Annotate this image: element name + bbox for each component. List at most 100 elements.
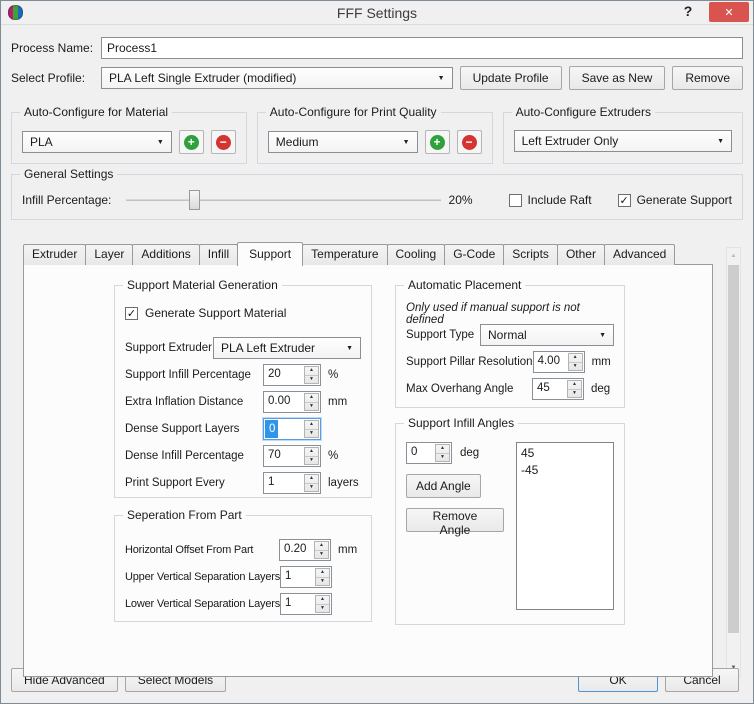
print-support-every-spinner[interactable]: 1 ▲ ▼ [263,472,321,494]
titlebar: FFF Settings ? ✕ [1,1,753,25]
support-extruder-dropdown[interactable]: PLA Left Extruder ▼ [213,337,361,359]
remove-angle-button[interactable]: Remove Angle [406,508,504,532]
angle-list-item[interactable]: 45 [517,445,613,462]
spinner-down-icon[interactable]: ▼ [315,551,328,559]
spinner-up-icon[interactable]: ▲ [316,596,329,605]
tab-gcode[interactable]: G-Code [444,244,504,265]
add-material-button[interactable]: + [179,130,204,154]
tab-bar: Extruder Layer Additions Infill Support … [23,244,741,265]
tab-advanced[interactable]: Advanced [604,244,675,265]
support-pillar-resolution-label: Support Pillar Resolution [406,356,533,368]
general-settings-group: General Settings Infill Percentage: 20% … [11,174,743,220]
add-quality-button[interactable]: + [425,130,450,154]
tab-layer[interactable]: Layer [85,244,133,265]
scrollbar-thumb[interactable] [728,265,739,633]
spinner-down-icon[interactable]: ▼ [316,605,329,613]
chevron-down-icon: ▼ [157,139,164,146]
unit-label: deg [452,447,479,459]
tab-other[interactable]: Other [557,244,605,265]
remove-quality-button[interactable]: − [457,130,482,154]
infill-percentage-slider[interactable] [126,190,441,210]
spinner-down-icon[interactable]: ▼ [305,457,318,465]
spinner-buttons: ▲ ▼ [568,353,583,371]
support-type-dropdown[interactable]: Normal ▼ [480,324,614,346]
support-infill-percentage-spinner[interactable]: 20 ▲ ▼ [263,364,321,386]
quality-dropdown[interactable]: Medium ▼ [268,131,418,153]
upper-vertical-separation-row: Upper Vertical Separation Layers 1 ▲ ▼ [125,566,361,588]
material-dropdown[interactable]: PLA ▼ [22,131,172,153]
spinner-up-icon[interactable]: ▲ [305,367,318,376]
vertical-scrollbar[interactable]: ▲ ▼ [726,247,741,677]
tab-cooling[interactable]: Cooling [387,244,446,265]
spinner-up-icon[interactable]: ▲ [569,354,582,363]
spinner-value-selected: 0 [265,420,278,438]
spinner-buttons: ▲ ▼ [435,444,450,462]
extra-inflation-distance-spinner[interactable]: 0.00 ▲ ▼ [263,391,321,413]
max-overhang-angle-spinner[interactable]: 45 ▲ ▼ [532,378,584,400]
include-raft-checkbox[interactable]: Include Raft [509,193,592,207]
upper-vertical-separation-spinner[interactable]: 1 ▲ ▼ [280,566,332,588]
tab-infill[interactable]: Infill [199,244,238,265]
angle-list-item[interactable]: -45 [517,462,613,479]
close-button[interactable]: ✕ [709,2,749,22]
tab-extruder[interactable]: Extruder [23,244,86,265]
spinner-buttons: ▲ ▼ [567,380,582,398]
spinner-down-icon[interactable]: ▼ [568,390,581,398]
spinner-up-icon[interactable]: ▲ [305,475,318,484]
tab-support[interactable]: Support [237,242,303,266]
spinner-value: 0.00 [264,392,303,412]
angle-list[interactable]: 45 -45 [516,442,614,610]
spinner-down-icon[interactable]: ▼ [305,403,318,411]
chevron-down-icon: ▼ [403,139,410,146]
horizontal-offset-spinner[interactable]: 0.20 ▲ ▼ [279,539,331,561]
print-support-every-label: Print Support Every [125,477,263,489]
spinner-down-icon[interactable]: ▼ [305,430,318,438]
plus-icon: + [430,135,445,150]
dense-support-layers-row: Dense Support Layers 0 ▲ ▼ [125,418,361,440]
support-pillar-resolution-spinner[interactable]: 4.00 ▲ ▼ [533,351,585,373]
tab-temperature[interactable]: Temperature [302,244,387,265]
remove-profile-button[interactable]: Remove [672,66,743,90]
spinner-down-icon[interactable]: ▼ [305,376,318,384]
fff-settings-dialog: FFF Settings ? ✕ Process Name: Select Pr… [0,0,754,704]
tab-additions[interactable]: Additions [132,244,199,265]
spinner-up-icon[interactable]: ▲ [568,381,581,390]
chevron-down-icon: ▼ [346,345,353,352]
angle-input-row: 0 ▲ ▼ deg [406,442,504,464]
spinner-down-icon[interactable]: ▼ [316,578,329,586]
generate-support-material-checkbox[interactable]: ✓ Generate Support Material [125,304,361,322]
dense-support-layers-spinner[interactable]: 0 ▲ ▼ [263,418,321,440]
spinner-up-icon[interactable]: ▲ [305,421,318,430]
tab-scripts[interactable]: Scripts [503,244,558,265]
save-as-new-button[interactable]: Save as New [569,66,666,90]
lower-vertical-separation-spinner[interactable]: 1 ▲ ▼ [280,593,332,615]
lower-vertical-separation-row: Lower Vertical Separation Layers 1 ▲ ▼ [125,593,361,615]
chevron-down-icon: ▼ [438,75,445,82]
spinner-up-icon[interactable]: ▲ [305,394,318,403]
spinner-up-icon[interactable]: ▲ [436,445,449,454]
spinner-up-icon[interactable]: ▲ [305,448,318,457]
dense-infill-percentage-spinner[interactable]: 70 ▲ ▼ [263,445,321,467]
help-icon[interactable]: ? [679,3,697,19]
slider-track [126,199,441,201]
extruders-dropdown[interactable]: Left Extruder Only ▼ [514,130,732,152]
spinner-up-icon[interactable]: ▲ [315,542,328,551]
generate-support-checkbox[interactable]: ✓ Generate Support [618,193,732,207]
group-title: Auto-Configure for Material [20,105,172,119]
slider-handle[interactable] [189,190,200,210]
spinner-buttons: ▲ ▼ [314,541,329,559]
remove-material-button[interactable]: − [211,130,236,154]
process-name-input[interactable] [101,37,743,59]
checkbox-checked-icon: ✓ [618,194,631,207]
spinner-down-icon[interactable]: ▼ [305,484,318,492]
select-profile-row: Select Profile: PLA Left Single Extruder… [11,66,743,90]
angle-spinner[interactable]: 0 ▲ ▼ [406,442,452,464]
spinner-up-icon[interactable]: ▲ [316,569,329,578]
update-profile-button[interactable]: Update Profile [460,66,562,90]
spinner-value: 4.00 [534,352,567,372]
process-name-label: Process Name: [11,41,101,55]
profile-dropdown[interactable]: PLA Left Single Extruder (modified) ▼ [101,67,453,89]
spinner-down-icon[interactable]: ▼ [569,363,582,371]
add-angle-button[interactable]: Add Angle [406,474,481,498]
spinner-down-icon[interactable]: ▼ [436,454,449,462]
